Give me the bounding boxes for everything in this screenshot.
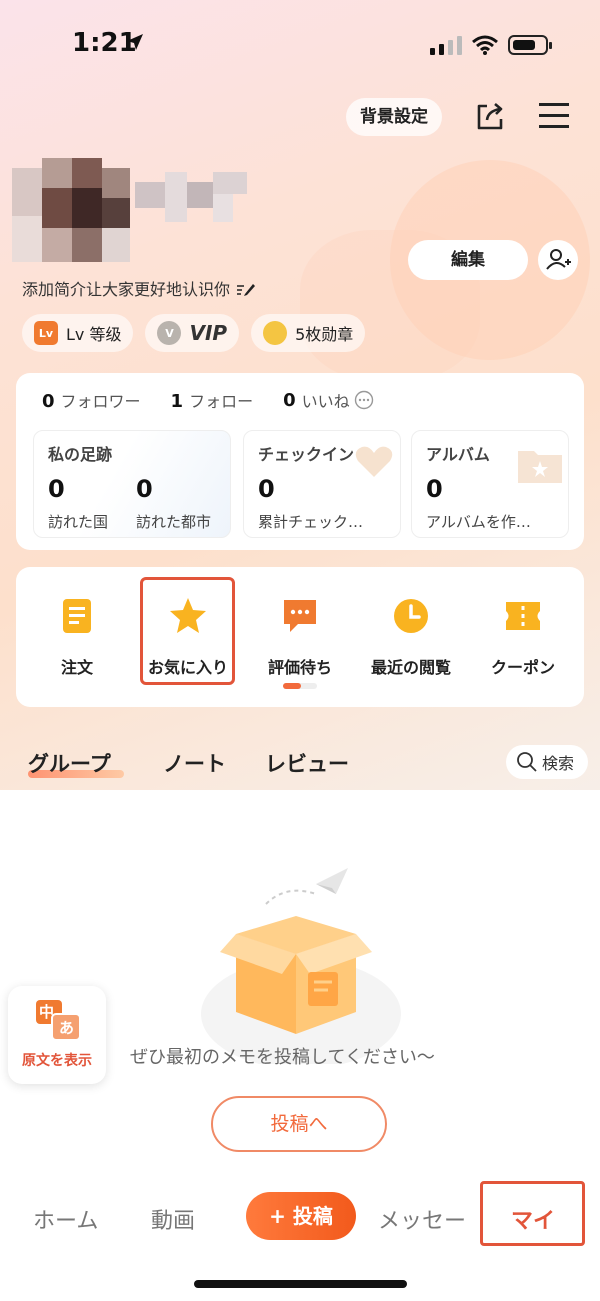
service-coupon-label: クーポン [490, 658, 555, 677]
medal-label: 5枚勋章 [295, 325, 354, 344]
empty-box-illustration [201, 868, 401, 1064]
vip-icon: V [157, 321, 182, 345]
following-stat[interactable]: 1 フォロー [171, 388, 254, 412]
album-label: アルバムを作… [426, 513, 531, 531]
status-bar: 1:21 [0, 0, 600, 90]
location-arrow-icon [127, 34, 143, 50]
search-icon [517, 752, 537, 772]
follow-stats: 0 フォロワー 1 フォロー 0 いいね [42, 388, 374, 412]
nav-home[interactable]: ホーム [33, 1203, 98, 1235]
level-icon: Lv [34, 321, 58, 345]
search-label: 検索 [542, 754, 575, 773]
clock-icon [394, 599, 428, 633]
search-button[interactable]: 検索 [506, 745, 588, 779]
level-label: Lv 等级 [66, 325, 122, 344]
followers-label: フォロワー [60, 392, 141, 411]
tab-group[interactable]: グループ [28, 748, 111, 778]
footprint-tile[interactable]: 私の足跡 0 訪れた国 0 訪れた都市 [33, 430, 231, 538]
badge-row: Lv Lv 等级 V VIP ● 5枚勋章 [22, 314, 366, 352]
page-indicator [283, 683, 317, 689]
nav-video[interactable]: 動画 [151, 1203, 195, 1235]
cellular-signal-icon [430, 36, 462, 55]
menu-icon[interactable] [538, 102, 570, 130]
order-icon [63, 599, 91, 633]
service-coupon[interactable]: クーポン [475, 588, 571, 678]
nav-post-button[interactable]: + 投稿 [246, 1192, 356, 1240]
service-recent[interactable]: 最近の閲覧 [363, 588, 459, 678]
likes-stat[interactable]: 0 いいね [283, 388, 374, 412]
go-post-button[interactable]: 投稿へ [211, 1096, 387, 1152]
service-order[interactable]: 注文 [29, 588, 125, 678]
add-person-icon [546, 249, 571, 270]
following-count: 1 [170, 391, 184, 412]
show-original-button[interactable]: 中 あ 原文を表示 [8, 986, 106, 1084]
cities-label: 訪れた都市 [136, 513, 212, 531]
background-setting-button[interactable]: 背景設定 [346, 98, 442, 136]
review-icon [284, 600, 316, 632]
service-recent-label: 最近の閲覧 [370, 658, 451, 677]
avatar[interactable] [12, 158, 130, 262]
countries-count: 0 [48, 475, 65, 503]
album-tile[interactable]: アルバム 0 アルバムを作… [411, 430, 569, 538]
favorites-highlight-box [140, 577, 235, 685]
vip-label: VIP [189, 321, 228, 345]
countries-label: 訪れた国 [48, 513, 109, 531]
cities-count: 0 [136, 475, 153, 503]
checkin-heart-icon [355, 446, 393, 477]
battery-icon [508, 35, 552, 55]
service-review[interactable]: 評価待ち [252, 588, 348, 678]
album-title: アルバム [426, 445, 490, 464]
likes-count: 0 [283, 389, 296, 411]
service-review-label: 評価待ち [267, 658, 332, 677]
checkin-title: チェックイン [258, 445, 355, 464]
share-icon[interactable] [474, 100, 506, 132]
medal-icon: ● [263, 321, 288, 345]
album-count: 0 [426, 475, 443, 503]
translate-zh-char: 中 [39, 1003, 55, 1021]
home-indicator [194, 1280, 407, 1288]
level-badge[interactable]: Lv Lv 等级 [22, 314, 134, 352]
following-label: フォロー [189, 392, 254, 411]
mine-highlight-box [480, 1181, 585, 1246]
coupon-icon [506, 602, 540, 630]
checkin-label: 累計チェック… [258, 513, 364, 531]
bio[interactable]: 添加简介让大家更好地认识你 [22, 276, 256, 300]
tab-review[interactable]: レビュー [265, 748, 349, 778]
checkin-count: 0 [258, 475, 275, 503]
active-page-dot [283, 683, 301, 689]
bio-text: 添加简介让大家更好地认识你 [22, 280, 231, 299]
show-original-label: 原文を表示 [22, 1053, 92, 1069]
followers-stat[interactable]: 0 フォロワー [42, 388, 141, 412]
empty-state-message: ぜひ最初のメモを投稿してください〜 [130, 1047, 435, 1068]
username [135, 172, 247, 224]
followers-count: 0 [42, 391, 55, 412]
wifi-icon [472, 35, 498, 55]
edit-profile-button[interactable]: 編集 [408, 240, 528, 280]
checkin-tile[interactable]: チェックイン 0 累計チェック… [243, 430, 401, 538]
tab-note[interactable]: ノート [163, 748, 226, 778]
nav-message[interactable]: メッセー [378, 1203, 466, 1235]
translate-ja-char: あ [59, 1019, 75, 1037]
add-friend-button[interactable] [538, 240, 578, 280]
medal-badge[interactable]: ● 5枚勋章 [251, 314, 366, 352]
album-folder-icon [518, 451, 562, 483]
edit-pencil-icon [237, 284, 256, 296]
likes-label: いいね [301, 392, 350, 411]
vip-badge[interactable]: V VIP [145, 314, 240, 352]
footprint-title: 私の足跡 [48, 445, 113, 464]
service-order-label: 注文 [60, 658, 93, 677]
more-info-icon[interactable] [354, 390, 374, 410]
